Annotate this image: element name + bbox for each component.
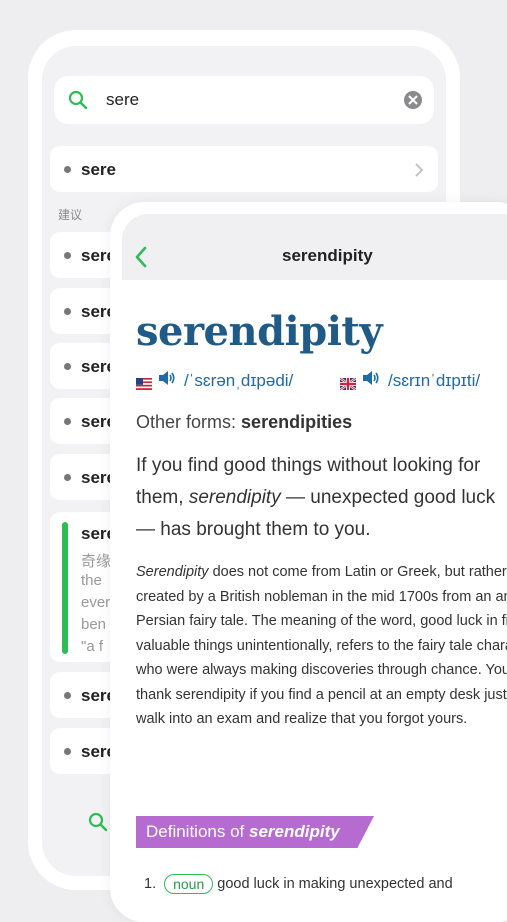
pronunciation-uk-text: /sɛrɪnˈdɪpɪti/ [388, 370, 481, 390]
list-item-word: sere [81, 160, 116, 179]
definitions-word: serendipity [249, 822, 340, 841]
headword: serendipity [136, 308, 383, 355]
other-forms-value: serendipities [241, 412, 353, 432]
chevron-right-icon [414, 162, 424, 183]
long-definition-italic: Serendipity [136, 564, 209, 580]
pronunciation-us-text: /ˈsɛrənˌdɪpədi/ [184, 370, 294, 390]
entry-card: serendipity serendipity /ˈsɛrənˌdɪpədi/ [110, 202, 507, 922]
definition-text: good luck in making unexpected and [217, 876, 453, 892]
speaker-icon[interactable] [158, 370, 176, 391]
other-forms: Other forms: serendipities [136, 412, 352, 433]
definitions-banner: Definitions of serendipity [136, 816, 374, 848]
pronunciation-uk[interactable]: /sɛrɪnˈdɪpɪti/ [339, 370, 481, 391]
search-icon [68, 90, 88, 110]
definitions-label: Definitions of [146, 822, 245, 841]
highlight-bar [62, 522, 68, 654]
bullet-icon [64, 363, 71, 370]
us-flag-icon [136, 375, 152, 390]
bullet-icon [64, 474, 71, 481]
search-input[interactable]: sere [54, 76, 434, 124]
definition-number: 1. [144, 876, 157, 892]
other-forms-label: Other forms: [136, 412, 237, 432]
list-item-translation: 奇缘 [81, 553, 112, 570]
definitions-banner-text: Definitions of serendipity [146, 822, 340, 842]
search-query: sere [106, 90, 140, 109]
short-definition: If you find good things without looking … [136, 450, 507, 546]
bullet-icon [64, 252, 71, 259]
bullet-icon [64, 166, 71, 173]
uk-flag-icon [339, 375, 357, 391]
long-definition: Serendipity does not come from Latin or … [136, 560, 507, 732]
entry-header-title: serendipity [282, 246, 373, 265]
list-item-snippet: ben [81, 616, 107, 633]
search-tab-icon[interactable] [88, 812, 108, 837]
bullet-icon [64, 692, 71, 699]
back-arrow-icon[interactable] [134, 246, 148, 273]
bullet-icon [64, 418, 71, 425]
list-item-snippet: ever [81, 594, 111, 611]
suggestions-label: 建议 [58, 208, 83, 222]
bullet-icon [64, 748, 71, 755]
speaker-icon[interactable] [362, 370, 380, 391]
pronunciation-us[interactable]: /ˈsɛrənˌdɪpədi/ [136, 370, 293, 391]
part-of-speech-tag[interactable]: noun [164, 874, 214, 894]
list-item-top[interactable]: sere [50, 146, 438, 192]
short-definition-italic: serendipity [188, 487, 281, 508]
clear-icon[interactable] [404, 91, 422, 109]
list-item-snippet: the [81, 572, 102, 589]
definition-item: 1. noun good luck in making unexpected a… [144, 874, 453, 894]
list-item-snippet: "a f [81, 638, 104, 655]
bullet-icon [64, 308, 71, 315]
long-definition-text: does not come from Latin or Greek, but r… [136, 564, 507, 727]
